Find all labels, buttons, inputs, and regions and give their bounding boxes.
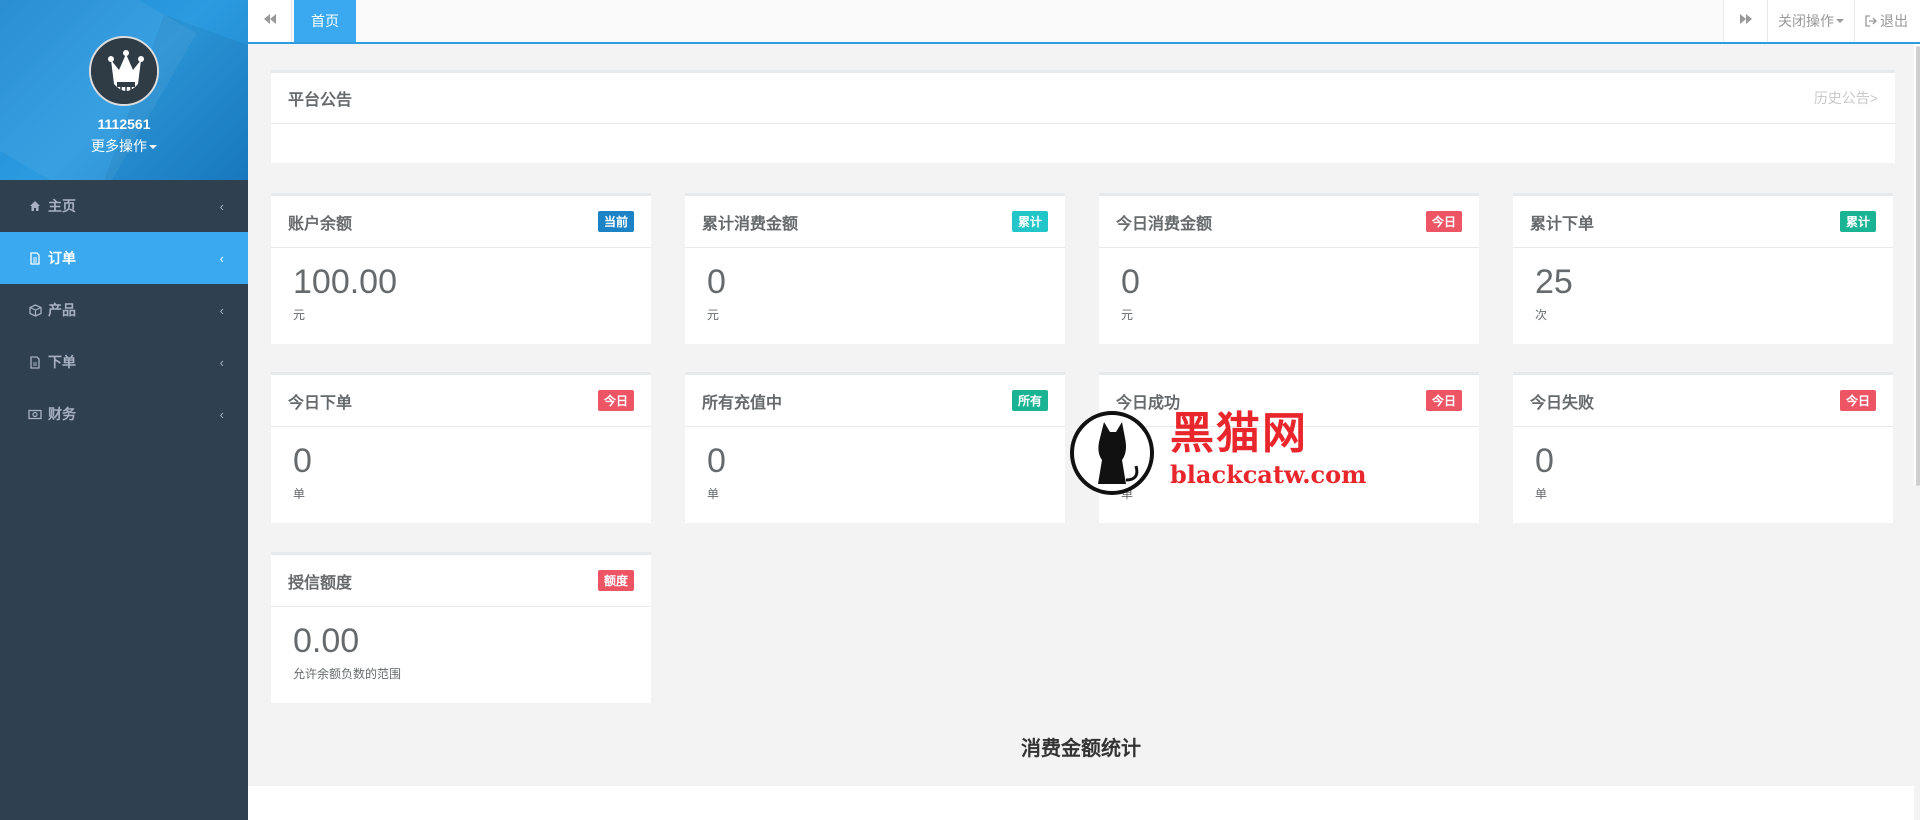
document-icon [28, 251, 42, 265]
more-operations-label: 更多操作 [91, 138, 147, 154]
sidebar: 1112561 更多操作 主页 ‹ 订单 ‹ 产品 ‹ 下单 ‹ 财务 ‹ [0, 0, 248, 820]
stat-card-value: 0 [707, 442, 726, 480]
stat-card-badge: 所有 [1011, 390, 1048, 411]
sidebar-item-label: 主页 [48, 198, 76, 214]
chart-area [248, 786, 1914, 820]
logout-label: 退出 [1880, 13, 1908, 29]
sign-out-icon [1865, 15, 1877, 27]
watermark-en-text: blackcatw.com [1170, 460, 1367, 489]
tabs-scroll-left-button[interactable] [248, 0, 292, 42]
watermark: 黑猫网 blackcatw.com [1070, 408, 1367, 500]
stat-card-value: 0.00 [293, 622, 360, 660]
stat-card: 授信额度 额度 0.00 允许余额负数的范围 [271, 552, 651, 703]
sidebar-item-home[interactable]: 主页 ‹ [0, 180, 248, 232]
sidebar-item-finance[interactable]: 财务 ‹ [0, 388, 248, 440]
stat-card-badge: 累计 [1011, 211, 1048, 232]
tab-home[interactable]: 首页 [294, 0, 356, 42]
stat-card-value: 0 [707, 263, 726, 301]
stat-card-unit: 单 [707, 487, 720, 501]
stat-card-title: 今日消费金额 [1116, 215, 1213, 233]
stat-card-badge: 今日 [1839, 390, 1876, 411]
main-content: 平台公告 历史公告> 账户余额 当前 100.00 元累计消费金额 累计 0 元今日消费金额… [248, 44, 1914, 820]
stat-card-value: 0 [1535, 442, 1554, 480]
stat-card-title: 累计下单 [1530, 215, 1595, 233]
stat-card-unit: 元 [1121, 308, 1134, 322]
stat-card-badge: 今日 [1425, 390, 1462, 411]
sidebar-item-label: 订单 [48, 250, 76, 266]
black-cat-logo-icon [1070, 411, 1154, 495]
stat-card-unit: 次 [1535, 308, 1548, 322]
notice-title: 平台公告 [288, 92, 353, 109]
close-operations-dropdown[interactable]: 关闭操作 [1767, 0, 1854, 42]
sidebar-item-label: 财务 [48, 406, 76, 422]
stat-card-title: 今日下单 [288, 394, 353, 412]
stat-card-value: 100.00 [293, 263, 397, 301]
chevron-left-icon: ‹ [219, 302, 224, 318]
stat-card: 今日消费金额 今日 0 元 [1099, 193, 1479, 344]
scrollbar-thumb[interactable] [1916, 46, 1920, 486]
chevron-left-icon: ‹ [219, 354, 224, 370]
stat-card-unit: 元 [293, 308, 306, 322]
stat-card: 累计下单 累计 25 次 [1513, 193, 1893, 344]
backward-icon [263, 12, 277, 30]
sidebar-item-label: 下单 [48, 354, 76, 370]
stat-card-value: 0 [1121, 263, 1140, 301]
consumption-stats-title: 消费金额统计 [1021, 738, 1141, 760]
stat-card: 累计消费金额 累计 0 元 [685, 193, 1065, 344]
money-icon [28, 407, 42, 421]
stat-card: 账户余额 当前 100.00 元 [271, 193, 651, 344]
tabs-scroll-right-button[interactable] [1723, 0, 1767, 42]
sidebar-item-label: 产品 [48, 302, 76, 318]
more-operations-dropdown[interactable]: 更多操作 [0, 136, 248, 156]
chevron-left-icon: ‹ [219, 250, 224, 266]
stat-card-badge: 当前 [597, 211, 634, 232]
caret-down-icon [1836, 19, 1844, 23]
stat-card-value: 25 [1535, 263, 1573, 301]
profile-header: 1112561 更多操作 [0, 0, 248, 180]
stat-card: 今日下单 今日 0 单 [271, 372, 651, 523]
caret-down-icon [149, 145, 157, 150]
close-operations-label: 关闭操作 [1778, 13, 1834, 29]
stat-card-unit: 单 [1535, 487, 1548, 501]
stat-card-title: 今日失败 [1530, 394, 1595, 412]
stat-card-unit: 元 [707, 308, 720, 322]
sidebar-item-orders[interactable]: 订单 ‹ [0, 232, 248, 284]
stat-card-title: 累计消费金额 [702, 215, 799, 233]
history-notice-link[interactable]: 历史公告> [1814, 88, 1878, 108]
stat-card-unit: 允许余额负数的范围 [293, 667, 402, 681]
platform-notice-panel: 平台公告 历史公告> [271, 70, 1895, 163]
logout-button[interactable]: 退出 [1854, 0, 1920, 42]
forward-icon [1739, 12, 1753, 30]
sidebar-item-place-order[interactable]: 下单 ‹ [0, 336, 248, 388]
stat-card-title: 账户余额 [288, 215, 353, 233]
stat-card-value: 0 [293, 442, 312, 480]
avatar[interactable] [89, 36, 159, 106]
stat-card-badge: 今日 [597, 390, 634, 411]
stat-card-badge: 今日 [1425, 211, 1462, 232]
stat-card-unit: 单 [293, 487, 306, 501]
stat-card: 今日失败 今日 0 单 [1513, 372, 1893, 523]
stat-card: 所有充值中 所有 0 单 [685, 372, 1065, 523]
stat-card-badge: 额度 [597, 570, 634, 591]
watermark-cn-text: 黑猫网 [1170, 408, 1308, 459]
stat-card-title: 授信额度 [288, 574, 353, 592]
home-icon [28, 199, 42, 213]
stat-card-title: 所有充值中 [702, 394, 783, 412]
sidebar-item-products[interactable]: 产品 ‹ [0, 284, 248, 336]
tab-bar: 首页 关闭操作 退出 [248, 0, 1920, 44]
username: 1112561 [97, 116, 151, 132]
chevron-left-icon: ‹ [219, 406, 224, 422]
file-icon [28, 355, 42, 369]
stat-card-badge: 累计 [1839, 211, 1876, 232]
cube-icon [28, 303, 42, 317]
chevron-left-icon: ‹ [219, 198, 224, 214]
